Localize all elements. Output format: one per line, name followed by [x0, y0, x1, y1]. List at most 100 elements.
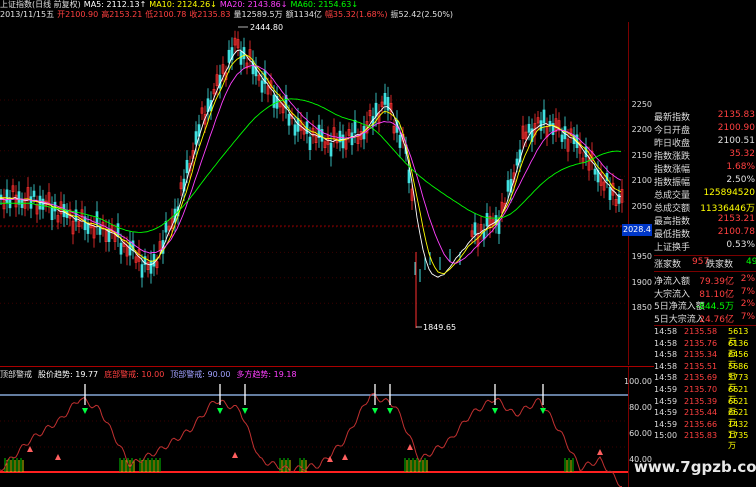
down-arrow-icon	[540, 408, 546, 414]
trade-price: 2135.34	[684, 350, 718, 360]
indicator-tick-label: 80.00	[629, 403, 652, 412]
indicator-label: 底部警戒: 10.00	[104, 370, 165, 379]
trade-price: 2135.51	[684, 361, 718, 371]
quote-row: 昨日收盘 2100.51	[654, 136, 756, 150]
flow-label: 净流入额	[654, 277, 691, 287]
quote-label: 昨日收盘	[654, 139, 691, 149]
panel-divider	[654, 325, 756, 326]
quote-value: 2135.83	[717, 110, 755, 120]
moving-average-lines	[0, 49, 622, 278]
quote-label: 指数涨跌	[654, 152, 691, 162]
candlestick-chart[interactable]: 2444.80 1849.65	[0, 22, 628, 365]
quote-info-bar: 上证指数(日线 前复权) MA5: 2112.13↑ MA10: 2124.26↓ M…	[0, 0, 652, 22]
up-arrow-icon	[597, 449, 603, 455]
price-tick-label: 2250	[631, 100, 652, 109]
advance-decline-row: 涨家数 957 跌家数 49	[654, 257, 756, 271]
down-arrow-icon	[242, 408, 248, 414]
price-tick-label: 1900	[631, 277, 652, 287]
quote-label: 总成交额	[654, 204, 691, 214]
up-arrow-icon	[342, 454, 348, 460]
candle-body	[398, 134, 402, 148]
quote-value: 2153.21	[717, 214, 755, 224]
candle-body	[194, 131, 198, 145]
candle-body	[329, 142, 333, 157]
quote-value: 125894520	[703, 188, 755, 198]
candle-body	[0, 194, 3, 200]
candle-body	[350, 132, 354, 146]
candle-body	[239, 51, 243, 65]
trade-price: 2135.83	[684, 431, 718, 441]
price-axis: 225022002150210020502000195019001850	[628, 22, 655, 365]
candle-body	[383, 93, 387, 105]
flow-value: 24.76亿	[699, 314, 734, 325]
trade-time: 14:58	[654, 338, 678, 348]
quote-label: 今日开盘	[654, 126, 691, 136]
quote-label: 指数涨幅	[654, 165, 691, 175]
trade-time: 14:58	[654, 327, 678, 336]
candle-body	[374, 102, 378, 117]
candle-body	[5, 189, 9, 204]
quote-value: 2.50%	[726, 175, 755, 185]
quote-row: 上证换手 0.53%	[654, 240, 756, 254]
info-item: 幅35.32(1.68%)	[324, 10, 388, 19]
candlesticks	[0, 30, 624, 328]
candle-body	[560, 134, 564, 142]
trade-price: 2135.70	[684, 385, 718, 394]
flow-percent: 7%	[740, 286, 755, 297]
info-item: 振52.42(2.50%)	[390, 10, 454, 19]
advance-decline-down-value: 49	[746, 257, 756, 267]
quote-label: 最高指数	[654, 217, 691, 227]
flow-value: -844.5万	[695, 302, 734, 312]
candle-body	[287, 113, 291, 126]
flow-value: 81.10亿	[699, 289, 734, 300]
quote-value: 0.53%	[726, 240, 755, 250]
site-watermark: www.7gpzb.com	[634, 458, 756, 476]
price-tick-label: 1850	[631, 303, 652, 313]
candle-body	[353, 119, 357, 134]
indicator-label: 股价趋势: 19.77	[38, 370, 99, 379]
candle-body	[473, 222, 477, 235]
candle-body	[593, 168, 597, 175]
ma10-line	[0, 54, 622, 275]
candle-body	[119, 242, 123, 255]
quote-row: 总成交量 125894520	[654, 188, 756, 202]
info-item: 开2100.90	[57, 10, 99, 19]
trade-price: 2135.44	[684, 408, 718, 418]
panel-divider	[654, 255, 756, 256]
down-arrow-icon	[387, 408, 393, 414]
indicator-chart[interactable]	[0, 380, 628, 487]
info-item: MA5: 2112.13↑	[83, 0, 147, 9]
price-tick-label: 2200	[631, 125, 652, 135]
quote-row: 今日开盘 2100.90	[654, 123, 756, 137]
candle-body	[527, 123, 531, 133]
candle-body	[584, 146, 588, 158]
candle-body	[293, 124, 297, 136]
quote-row: 指数涨跌 35.32	[654, 149, 756, 163]
ma5-line	[0, 49, 622, 278]
current-price-marker: 2028.4	[622, 224, 652, 236]
trade-time: 14:58	[654, 361, 678, 371]
flow-label: 大宗流入	[654, 289, 691, 300]
trade-price: 2135.39	[684, 396, 718, 406]
candle-body	[50, 206, 54, 221]
quote-value: 35.32	[729, 149, 755, 159]
info-item: 2013/11/15五	[0, 10, 55, 19]
candle-body	[506, 180, 510, 192]
quote-label: 最新指数	[654, 113, 691, 123]
indicator-tick-label: 100.00	[624, 377, 652, 386]
ma60-line	[0, 98, 622, 233]
advance-decline-up-label: 涨家数	[654, 260, 682, 270]
trade-vol: 1735万	[728, 431, 749, 451]
info-item: 低2100.78	[145, 10, 187, 19]
trade-price: 2135.76	[684, 338, 718, 348]
down-arrow-icon	[217, 408, 223, 414]
trade-time: 14:59	[654, 385, 678, 394]
flow-percent: 2%	[740, 299, 755, 309]
moving-average-readout: 上证指数(日线 前复权) MA5: 2112.13↑ MA10: 2124.26↓ M…	[0, 0, 361, 10]
candle-body	[515, 158, 519, 166]
candle-body	[41, 198, 45, 210]
price-tick-label: 1950	[631, 252, 652, 262]
info-item: MA60: 2154.63↓	[290, 0, 359, 9]
candle-body	[542, 109, 546, 124]
indicator-label: 顶部警戒: 90.00	[170, 370, 231, 379]
